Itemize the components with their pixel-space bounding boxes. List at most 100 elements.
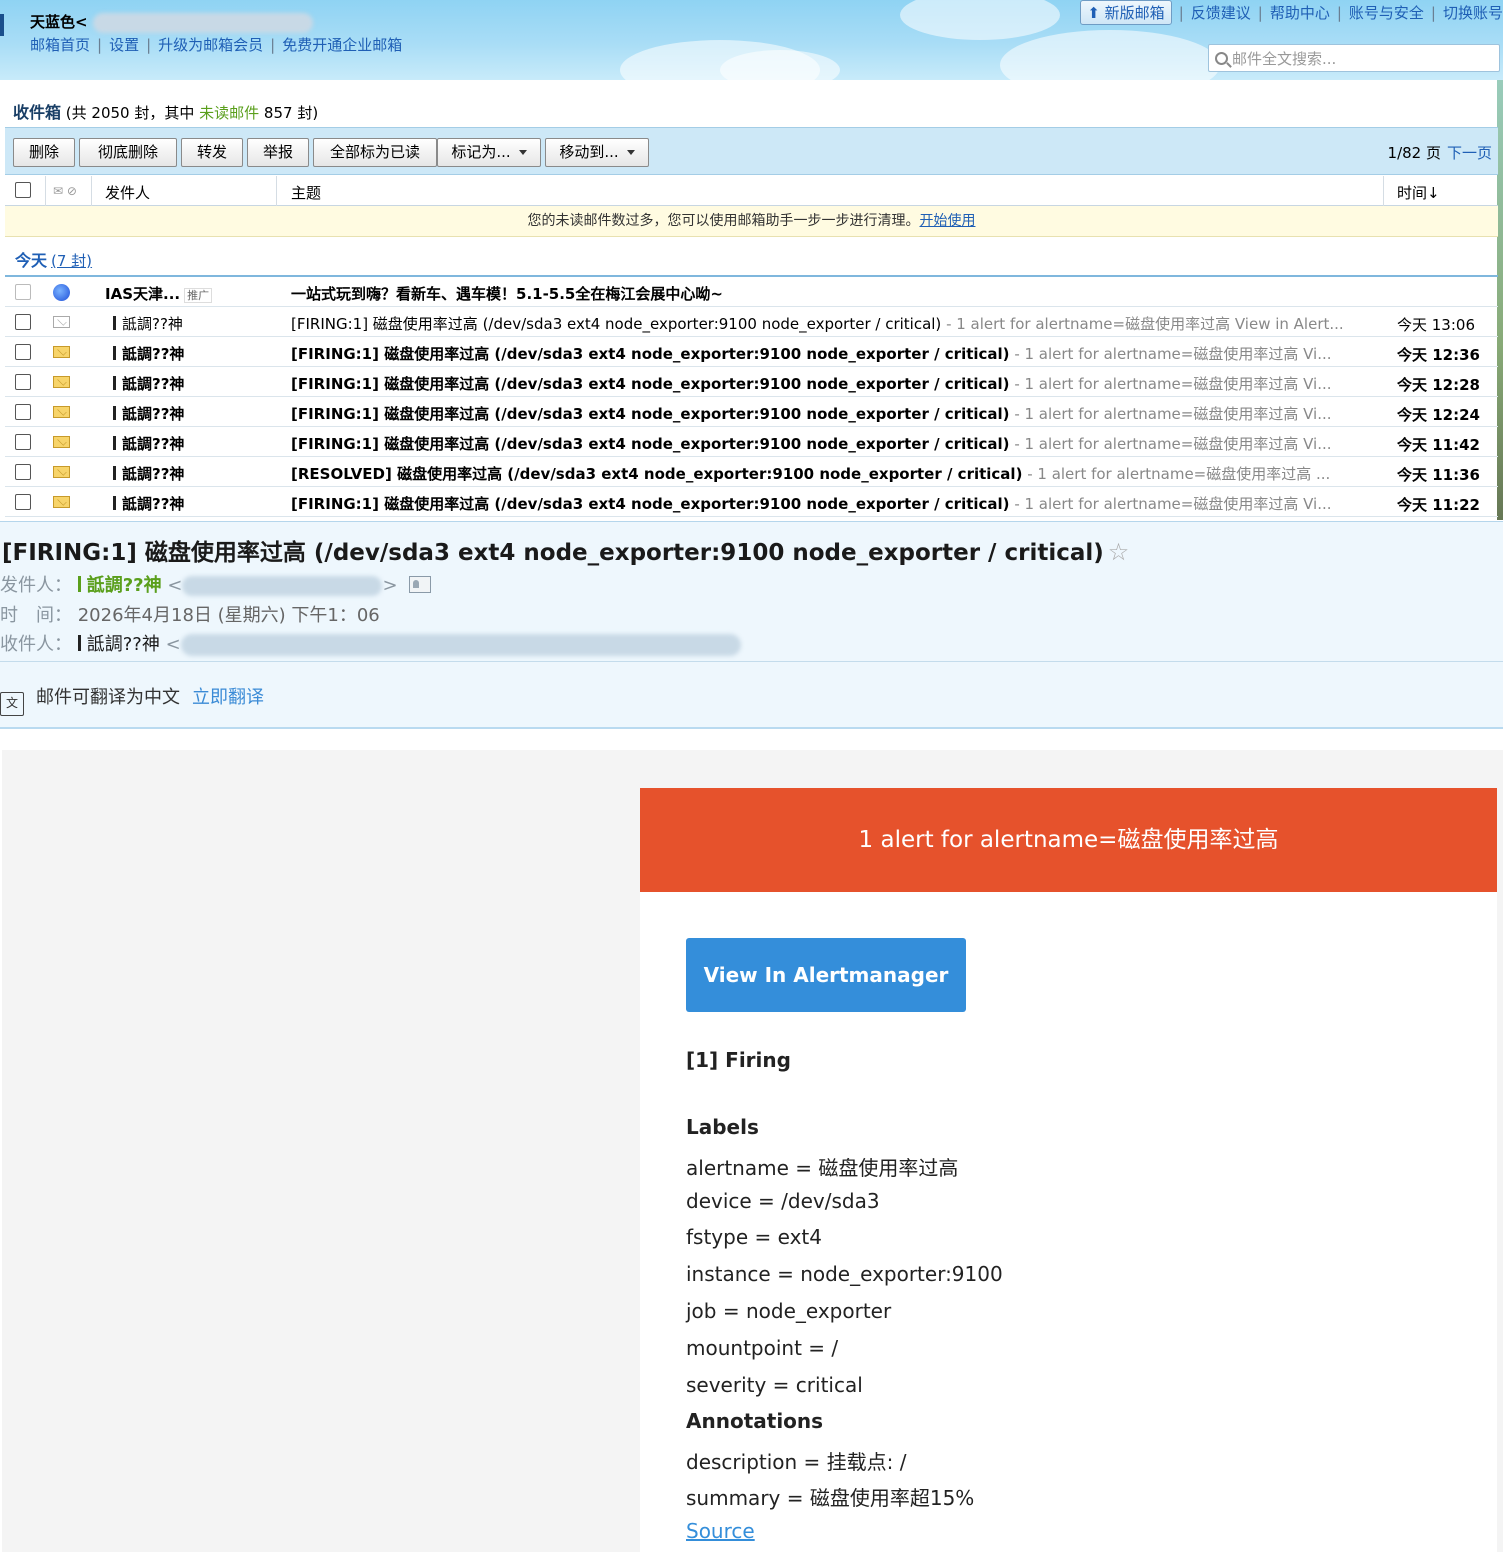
alert-card: 1 alert for alertname=磁盘使用率过高 View In Al…: [640, 788, 1497, 1552]
list-item[interactable]: 詆調??神 [FIRING:1] 磁盘使用率过高 (/dev/sda3 ext4…: [5, 367, 1498, 397]
sender: 詆調??神: [113, 403, 184, 424]
label-line: severity = critical: [686, 1373, 863, 1397]
promo-icon: [53, 284, 70, 301]
sender: IAS天津... 推广: [105, 283, 213, 304]
link-help[interactable]: 帮助中心: [1270, 4, 1330, 22]
source-link-line: Source: [686, 1519, 755, 1543]
link-settings[interactable]: 设置: [109, 36, 139, 54]
unread-envelope-icon: [53, 346, 70, 358]
subject: [FIRING:1] 磁盘使用率过高 (/dev/sda3 ext4 node_…: [291, 375, 1332, 393]
row-checkbox[interactable]: [15, 344, 31, 360]
subject-column[interactable]: 主题: [291, 182, 321, 203]
chevron-down-icon: [626, 150, 635, 155]
unread-envelope-icon: [53, 376, 70, 388]
view-in-alertmanager-button[interactable]: View In Alertmanager: [686, 938, 966, 1012]
time-row: 时 间： 2026年4月18日 (星期六) 下午1：06: [0, 605, 380, 626]
label-line: instance = node_exporter:9100: [686, 1262, 1003, 1286]
row-checkbox[interactable]: [15, 404, 31, 420]
firing-count: [1] Firing: [686, 1048, 791, 1072]
next-page-link[interactable]: 下一页: [1447, 144, 1492, 162]
subject: 一站式玩到嗨？看新车、遇车模！5.1-5.5全在梅江会展中心呦~: [291, 285, 723, 303]
label-line: device = /dev/sda3: [686, 1189, 880, 1213]
alert-header: 1 alert for alertname=磁盘使用率过高: [640, 788, 1497, 892]
row-checkbox[interactable]: [15, 464, 31, 480]
list-item[interactable]: 詆調??神 [FIRING:1] 磁盘使用率过高 (/dev/sda3 ext4…: [5, 487, 1498, 517]
link-account-security[interactable]: 账号与安全: [1349, 4, 1424, 22]
row-checkbox[interactable]: [15, 284, 31, 300]
move-to-dropdown[interactable]: 移动到...: [545, 138, 649, 167]
link-mail-home[interactable]: 邮箱首页: [30, 36, 90, 54]
header-links: 邮箱首页 | 设置 | 升级为邮箱会员 | 免费开通企业邮箱: [30, 36, 403, 54]
redacted-email: [180, 634, 741, 656]
delete-button[interactable]: 删除: [13, 138, 75, 167]
group-count-link[interactable]: (7 封): [51, 252, 92, 270]
start-cleanup-link[interactable]: 开始使用: [920, 213, 976, 229]
report-button[interactable]: 举报: [247, 138, 309, 167]
subject: [RESOLVED] 磁盘使用率过高 (/dev/sda3 ext4 node_…: [291, 465, 1331, 483]
subject: [FIRING:1] 磁盘使用率过高 (/dev/sda3 ext4 node_…: [291, 435, 1332, 453]
annotations-title: Annotations: [686, 1409, 824, 1433]
mark-all-read-button[interactable]: 全部标为已读: [313, 138, 437, 167]
search-input[interactable]: 邮件全文搜索...: [1208, 44, 1500, 72]
to-name[interactable]: 詆調??神: [77, 634, 160, 655]
star-icon[interactable]: ☆: [1108, 538, 1130, 566]
unread-notice: 您的未读邮件数过多，您可以使用邮箱助手一步一步进行清理。开始使用: [5, 206, 1498, 237]
label-line: alertname = 磁盘使用率过高: [686, 1156, 959, 1180]
sender: 詆調??神: [113, 313, 183, 334]
mail-time: 今天 12:28: [1397, 376, 1480, 394]
link-feedback[interactable]: 反馈建议: [1191, 4, 1251, 22]
mark-as-dropdown[interactable]: 标记为...: [437, 138, 541, 167]
inbox-title: 收件箱 (共 2050 封，其中 未读邮件 857 封): [13, 103, 319, 122]
account-name: 天蓝色<: [30, 11, 313, 33]
column-header: ✉ ⊘ 发件人 主题 时间↓: [5, 176, 1498, 206]
contact-card-icon[interactable]: [409, 576, 432, 593]
list-item[interactable]: 詆調??神 [FIRING:1] 磁盘使用率过高 (/dev/sda3 ext4…: [5, 397, 1498, 427]
mail-status-column-icon: ✉ ⊘: [53, 184, 77, 198]
subject: [FIRING:1] 磁盘使用率过高 (/dev/sda3 ext4 node_…: [291, 405, 1332, 423]
forward-button[interactable]: 转发: [181, 138, 243, 167]
source-link[interactable]: Source: [686, 1519, 755, 1543]
sender: 詆調??神: [113, 463, 184, 484]
sender-column[interactable]: 发件人: [105, 182, 150, 203]
logo-fragment: [0, 14, 4, 36]
label-line: fstype = ext4: [686, 1225, 822, 1249]
label-line: job = node_exporter: [686, 1299, 892, 1323]
delete-permanently-button[interactable]: 彻底删除: [79, 138, 177, 167]
row-checkbox[interactable]: [15, 494, 31, 510]
from-name[interactable]: 詆調??神: [77, 575, 162, 596]
read-envelope-icon: [53, 316, 70, 328]
select-all-checkbox[interactable]: [15, 182, 31, 198]
list-item[interactable]: 詆調??神 [FIRING:1] 磁盘使用率过高 (/dev/sda3 ext4…: [5, 427, 1498, 457]
mail-title: [FIRING:1] 磁盘使用率过高 (/dev/sda3 ext4 node_…: [2, 538, 1130, 566]
mail-time: 今天 11:42: [1397, 436, 1480, 454]
row-checkbox[interactable]: [15, 434, 31, 450]
link-switch-account[interactable]: 切换账号: [1443, 4, 1503, 22]
row-checkbox[interactable]: [15, 314, 31, 330]
list-item[interactable]: 詆調??神 [RESOLVED] 磁盘使用率过高 (/dev/sda3 ext4…: [5, 457, 1498, 487]
list-item[interactable]: 詆調??神 [FIRING:1] 磁盘使用率过高 (/dev/sda3 ext4…: [5, 337, 1498, 367]
sender: 詆調??神: [113, 493, 184, 514]
translate-bar: 文邮件可翻译为中文 立即翻译: [0, 683, 264, 716]
mail-time: 今天 12:24: [1397, 406, 1480, 424]
promo-tag[interactable]: 推广: [184, 288, 213, 303]
redacted-email: [182, 576, 383, 596]
mail-time: 今天 12:36: [1397, 346, 1480, 364]
unread-envelope-icon: [53, 466, 70, 478]
time-column[interactable]: 时间↓: [1397, 182, 1440, 203]
link-enterprise-mail[interactable]: 免费开通企业邮箱: [282, 36, 402, 54]
unread-envelope-icon: [53, 496, 70, 508]
mail-time: 今天 11:36: [1397, 466, 1480, 484]
labels-title: Labels: [686, 1115, 759, 1139]
subject: [FIRING:1] 磁盘使用率过高 (/dev/sda3 ext4 node_…: [291, 315, 1344, 333]
header-right-links: ⬆ 新版邮箱 | 反馈建议 | 帮助中心 | 账号与安全 | 切换账号: [1080, 0, 1503, 25]
translate-now-link[interactable]: 立即翻译: [192, 687, 264, 708]
annotation-line: summary = 磁盘使用率超15%: [686, 1486, 975, 1510]
annotation-line: description = 挂载点: /: [686, 1450, 907, 1474]
list-item[interactable]: IAS天津... 推广 一站式玩到嗨？看新车、遇车模！5.1-5.5全在梅江会展中…: [5, 277, 1498, 307]
row-checkbox[interactable]: [15, 374, 31, 390]
group-today: 今天 (7 封): [15, 251, 93, 270]
mail-time: 今天 13:06: [1397, 316, 1475, 334]
link-upgrade-member[interactable]: 升级为邮箱会员: [158, 36, 263, 54]
new-version-button[interactable]: ⬆ 新版邮箱: [1080, 0, 1172, 25]
list-item[interactable]: 詆調??神 [FIRING:1] 磁盘使用率过高 (/dev/sda3 ext4…: [5, 307, 1498, 337]
